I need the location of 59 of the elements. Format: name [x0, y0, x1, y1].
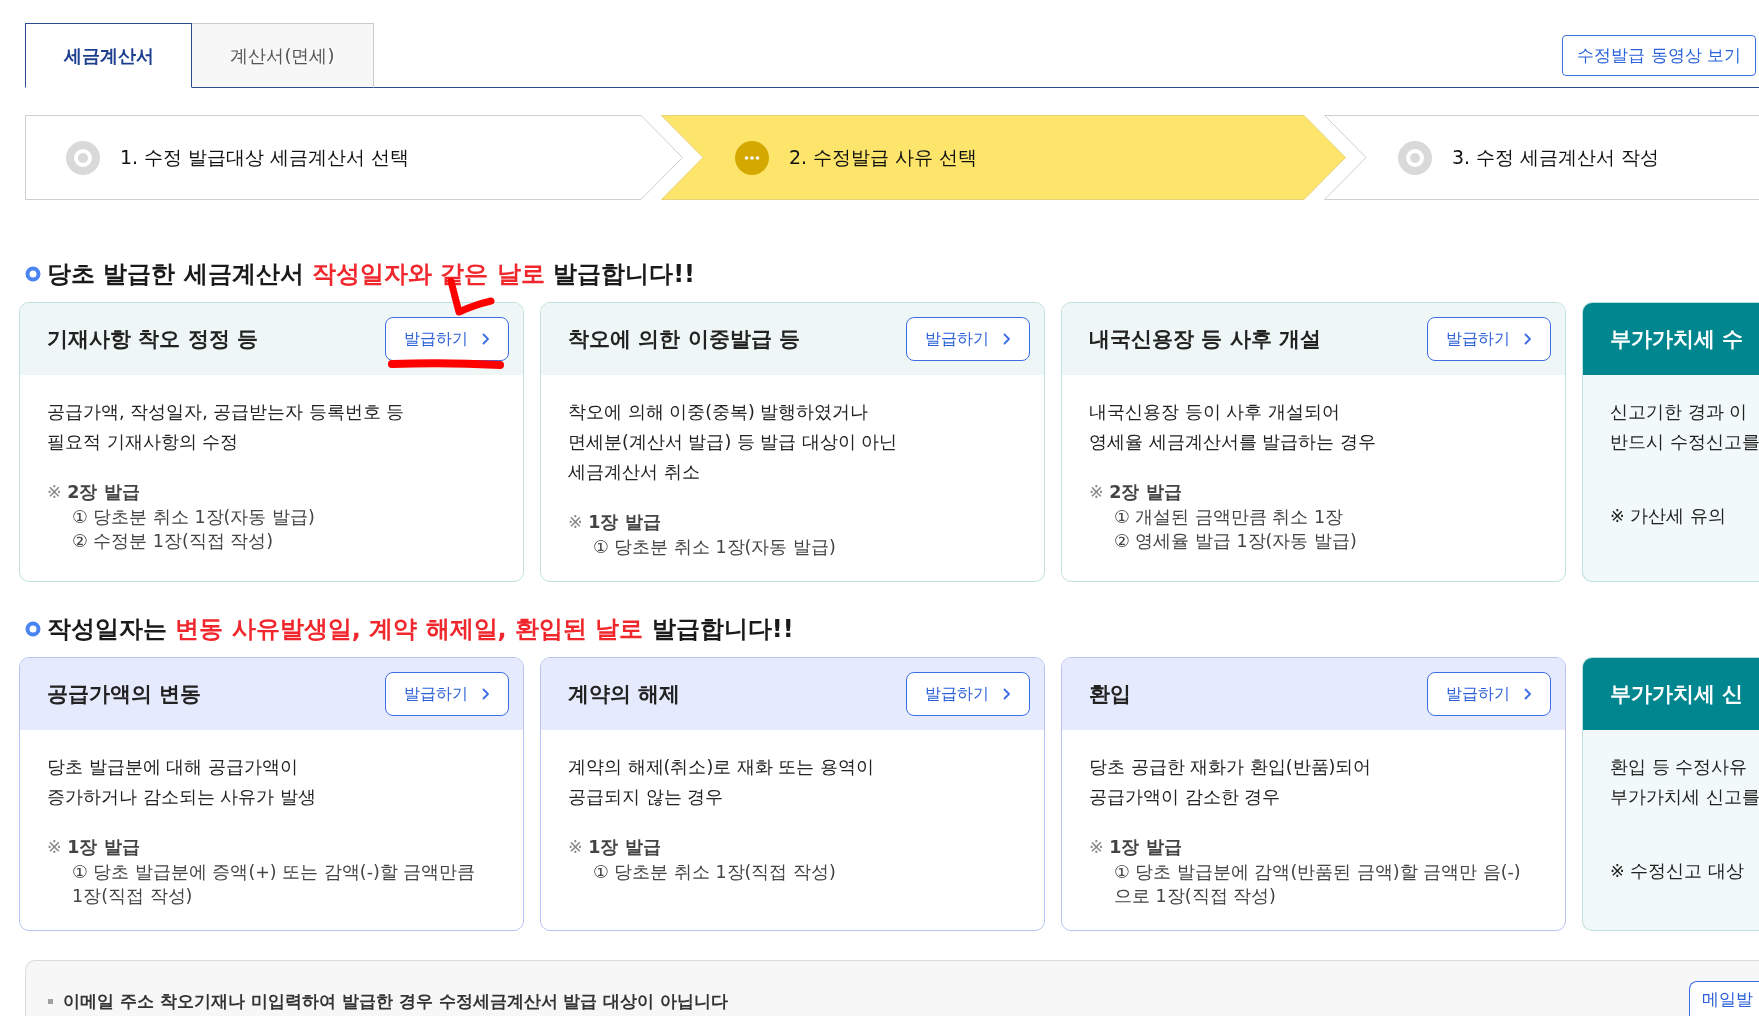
bullet-ring-icon — [25, 266, 41, 282]
section-heading: 작성일자는 변동 사유발생일, 계약 해제일, 환입된 날로 발급합니다!! — [47, 614, 794, 644]
chevron-right-icon — [1003, 333, 1011, 345]
note-item: ① 당초분 취소 1장(직접 작성) — [593, 861, 837, 884]
note-heading: ※ 2장 발급 — [47, 481, 141, 504]
note-item: ② 수정분 1장(직접 작성) — [72, 530, 275, 553]
card-description: 계약의 해제(취소)로 재화 또는 용역이 공급되지 않는 경우 — [568, 756, 875, 809]
issue-button[interactable]: 발급하기 — [906, 317, 1030, 361]
card-description: 환입 등 수정사유 부가가치세 신고를 — [1610, 756, 1759, 809]
note-heading: ※ 2장 발급 — [1089, 481, 1183, 504]
note-heading: ※ 1장 발급 — [568, 836, 662, 859]
square-bullet-icon — [48, 999, 53, 1004]
issue-button[interactable]: 발급하기 — [1427, 672, 1551, 716]
tab[interactable]: 계산서(면세) — [192, 23, 374, 88]
card-title: 공급가액의 변동 — [47, 681, 202, 708]
issue-button[interactable]: 발급하기 — [1427, 317, 1551, 361]
card-description: 공급가액, 작성일자, 공급받는자 등록번호 등 필요적 기재사항의 수정 — [47, 401, 406, 454]
step-label: 1. 수정 발급대상 세금계산서 선택 — [120, 144, 410, 170]
step-label: 2. 수정발급 사유 선택 — [789, 144, 978, 170]
issue-button[interactable]: 발급하기 — [385, 672, 509, 716]
circle-dot-icon — [66, 140, 100, 175]
bullet-ring-icon — [25, 621, 41, 637]
note-item: ② 영세율 발급 1장(자동 발급) — [1114, 530, 1358, 553]
note-item: ① 당초 발급분에 증액(+) 또는 감액(-)할 금액만큼 1장(직접 작성) — [72, 861, 477, 908]
video-guide-button[interactable]: 수정발급 동영상 보기 — [1562, 35, 1756, 76]
chevron-right-icon — [1003, 688, 1011, 700]
chevron-right-icon — [1524, 688, 1532, 700]
step-label: 3. 수정 세금계산서 작성 — [1452, 144, 1660, 170]
card-title: 내국신용장 등 사후 개설 — [1089, 326, 1321, 353]
chevron-right-icon — [1524, 333, 1532, 345]
note-item: ① 당초분 취소 1장(자동 발급) — [72, 506, 316, 529]
note-item: ① 개설된 금액만큼 취소 1장 — [1114, 506, 1345, 529]
card-description: 당초 공급한 재화가 환입(반품)되어 공급가액이 감소한 경우 — [1089, 756, 1373, 809]
chevron-right-icon — [482, 333, 490, 345]
card-title: 부가가치세 수 — [1610, 326, 1744, 353]
mail-button[interactable]: 메일발 — [1689, 981, 1759, 1016]
tab[interactable]: 세금계산서 — [25, 23, 192, 88]
circle-dot-icon — [1398, 140, 1432, 175]
note-heading: ※ 가산세 유의 — [1610, 505, 1727, 528]
note-item: ① 당초분 취소 1장(자동 발급) — [593, 536, 837, 559]
note-item: ① 당초 발급분에 감액(반품된 금액)할 금액만 음(-)으로 1장(직접 작성) — [1114, 861, 1522, 908]
card-description: 착오에 의해 이중(중복) 발행하였거나 면세분(계산서 발급) 등 발급 대상이 아닌 세금계산서 취소 — [568, 401, 899, 484]
card-title: 착오에 의한 이중발급 등 — [568, 326, 800, 353]
card-title: 계약의 해제 — [568, 681, 681, 708]
note-heading: ※ 1장 발급 — [47, 836, 141, 859]
card-description: 신고기한 경과 이 반드시 수정신고를 — [1610, 401, 1759, 454]
note-heading: ※ 수정신고 대상 — [1610, 860, 1745, 883]
card-title: 기재사항 착오 정정 등 — [47, 326, 258, 353]
issue-button[interactable]: 발급하기 — [906, 672, 1030, 716]
ellipsis-icon — [735, 140, 769, 175]
note-heading: ※ 1장 발급 — [568, 511, 662, 534]
issue-button[interactable]: 발급하기 — [385, 317, 509, 361]
chevron-right-icon — [482, 688, 490, 700]
card-description: 당초 발급분에 대해 공급가액이 증가하거나 감소되는 사유가 발생 — [47, 756, 317, 809]
notice-text: 이메일 주소 착오기재나 미입력하여 발급한 경우 수정세금계산서 발급 대상이 아닙니다 — [63, 990, 729, 1013]
card-title: 환입 — [1089, 681, 1131, 708]
card-title: 부가가치세 신 — [1610, 681, 1744, 708]
note-heading: ※ 1장 발급 — [1089, 836, 1183, 859]
card-description: 내국신용장 등이 사후 개설되어 영세율 세금계산서를 발급하는 경우 — [1089, 401, 1377, 454]
